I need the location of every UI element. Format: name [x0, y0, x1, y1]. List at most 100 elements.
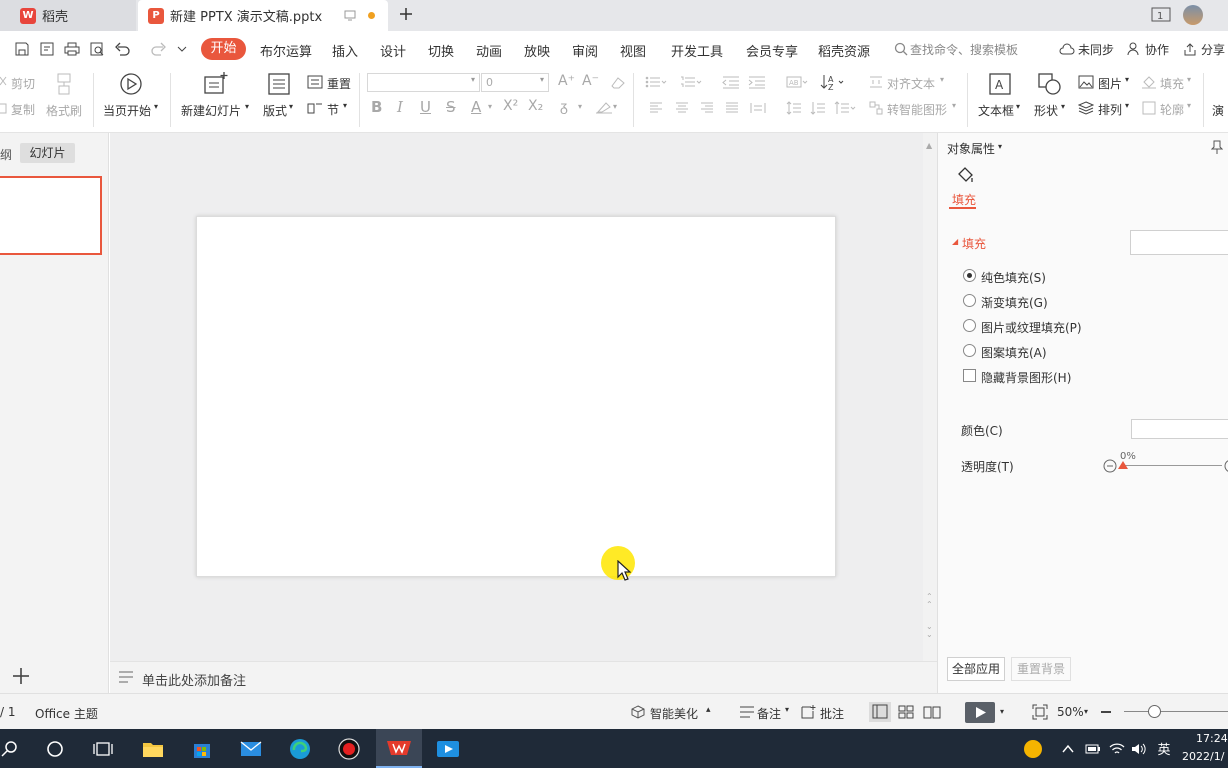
radio-gradient-fill[interactable] — [963, 294, 976, 307]
cortana-circle-icon[interactable] — [40, 729, 70, 768]
transparency-decrease-icon[interactable] — [1103, 459, 1117, 473]
tab-slides[interactable]: 幻灯片 — [20, 143, 75, 163]
phonetic-icon[interactable]: ᵹ — [560, 98, 568, 115]
wifi-icon[interactable] — [1108, 729, 1126, 768]
smartart-button[interactable]: 转智能图形 — [887, 101, 947, 118]
volume-icon[interactable] — [1130, 729, 1148, 768]
next-slide-icon[interactable]: ⌄ ⌄ — [926, 623, 933, 639]
justify-icon[interactable] — [725, 102, 739, 114]
menu-view[interactable]: 视图 — [620, 41, 646, 60]
radio-pattern-fill[interactable] — [963, 344, 976, 357]
align-center-icon[interactable] — [675, 102, 689, 114]
zoom-level[interactable]: 50% — [1057, 705, 1084, 719]
bullet-list-icon[interactable] — [645, 75, 667, 89]
print-icon[interactable] — [64, 41, 80, 57]
normal-view-button[interactable] — [869, 702, 891, 722]
arrange-button[interactable]: 排列 — [1098, 101, 1122, 118]
copy-button[interactable]: 复制 — [11, 101, 35, 118]
task-view-icon[interactable] — [88, 729, 118, 768]
panel-title[interactable]: 对象属性 — [947, 140, 995, 157]
share-button[interactable]: 分享 — [1201, 41, 1225, 58]
bold-icon[interactable]: B — [371, 98, 382, 116]
slide-thumbnail[interactable] — [0, 176, 102, 255]
highlight-icon[interactable] — [595, 100, 613, 114]
video-player-icon[interactable] — [432, 729, 464, 768]
fit-window-icon[interactable] — [1032, 704, 1048, 720]
apply-all-button[interactable]: 全部应用 — [947, 657, 1005, 681]
transparency-increase-icon[interactable] — [1224, 459, 1228, 473]
underline-icon[interactable]: U — [420, 98, 431, 116]
mail-icon[interactable] — [236, 729, 266, 768]
align-right-icon[interactable] — [700, 102, 714, 114]
radio-solid-fill[interactable] — [963, 269, 976, 282]
menu-animation[interactable]: 动画 — [476, 41, 502, 60]
zoom-slider-thumb[interactable] — [1148, 705, 1161, 718]
increase-indent-icon[interactable] — [748, 75, 766, 89]
beautify-expand-icon[interactable]: ▴ — [706, 705, 711, 715]
tab-fill[interactable]: 填充 — [952, 191, 976, 208]
file-explorer-icon[interactable] — [138, 729, 168, 768]
shape-outline-button[interactable]: 轮廓 — [1160, 101, 1184, 118]
radio-picture-texture-fill[interactable] — [963, 319, 976, 332]
increase-font-icon[interactable]: A⁺ — [558, 73, 575, 89]
comment-button[interactable]: 批注 — [820, 705, 844, 722]
tab-document[interactable]: P 新建 PPTX 演示文稿.pptx — [138, 0, 388, 31]
menu-member[interactable]: 会员专享 — [746, 41, 798, 60]
reading-view-icon[interactable] — [923, 705, 941, 719]
export-pdf-icon[interactable] — [39, 41, 55, 57]
edge-browser-icon[interactable] — [285, 729, 315, 768]
superscript-icon[interactable]: X² — [503, 98, 518, 114]
beautify-button[interactable]: 智能美化 — [650, 705, 698, 722]
subscript-icon[interactable]: X₂ — [528, 98, 543, 114]
tab-outline[interactable]: 纲 — [0, 146, 12, 163]
save-icon[interactable] — [14, 41, 30, 57]
numbered-list-icon[interactable] — [680, 75, 702, 89]
italic-icon[interactable]: I — [397, 98, 403, 116]
menu-daoke-resources[interactable]: 稻壳资源 — [818, 41, 870, 60]
collab-button[interactable]: 协作 — [1145, 41, 1169, 58]
transparency-slider-track[interactable] — [1122, 465, 1222, 466]
collapse-triangle-icon[interactable]: ◢ — [952, 237, 958, 246]
layout-button[interactable]: 版式 — [263, 102, 287, 119]
format-painter-button[interactable]: 格式刷 — [46, 102, 82, 119]
play-from-current-button[interactable]: 当页开始 — [103, 102, 151, 119]
notes-button[interactable]: 备注 — [757, 705, 781, 722]
slide-sorter-view-icon[interactable] — [898, 705, 914, 719]
tab-daoke[interactable]: W 稻壳 — [0, 0, 136, 31]
paragraph-spacing-icon[interactable] — [810, 101, 826, 115]
reset-background-button[interactable]: 重置背景 — [1011, 657, 1071, 681]
new-tab-plus-icon[interactable] — [398, 6, 414, 22]
menu-slideshow[interactable]: 放映 — [524, 41, 550, 60]
distribute-icon[interactable] — [750, 102, 766, 114]
avatar[interactable] — [1183, 5, 1203, 25]
align-text-button[interactable]: 对齐文本 — [887, 75, 935, 92]
line-spacing-icon[interactable] — [786, 101, 802, 115]
menu-insert[interactable]: 插入 — [332, 41, 358, 60]
redo-icon[interactable] — [149, 41, 167, 57]
tray-expand-icon[interactable] — [1060, 729, 1076, 768]
clock-time[interactable]: 17:24 — [1196, 732, 1228, 745]
clock-date[interactable]: 2022/1/ — [1182, 750, 1224, 763]
sync-status[interactable]: 未同步 — [1078, 41, 1114, 58]
battery-icon[interactable] — [1084, 729, 1102, 768]
pin-icon[interactable] — [1211, 140, 1223, 154]
cut-button[interactable]: 剪切 — [11, 75, 35, 92]
menu-start[interactable]: 开始 — [201, 38, 246, 60]
search-input[interactable]: 查找命令、搜索模板 — [910, 41, 1018, 58]
clear-format-icon[interactable] — [609, 76, 627, 90]
decrease-indent-icon[interactable] — [722, 75, 740, 89]
print-preview-icon[interactable] — [89, 41, 105, 57]
section-button[interactable]: 节 — [327, 101, 339, 118]
window-count-icon[interactable]: 1 — [1151, 7, 1171, 23]
weather-sun-icon[interactable] — [1020, 729, 1046, 768]
menu-developer[interactable]: 开发工具 — [671, 41, 723, 60]
font-size-select[interactable]: 0 ▾ — [481, 73, 549, 92]
play-slideshow-button[interactable] — [965, 702, 995, 723]
menu-review[interactable]: 审阅 — [572, 41, 598, 60]
add-slide-plus-icon[interactable] — [12, 667, 30, 685]
color-picker[interactable] — [1131, 419, 1228, 439]
text-direction-icon[interactable]: AB — [786, 75, 810, 89]
theme-name[interactable]: Office 主题 — [35, 705, 98, 722]
zoom-out-icon[interactable] — [1101, 711, 1111, 713]
reset-button[interactable]: 重置 — [327, 75, 351, 92]
